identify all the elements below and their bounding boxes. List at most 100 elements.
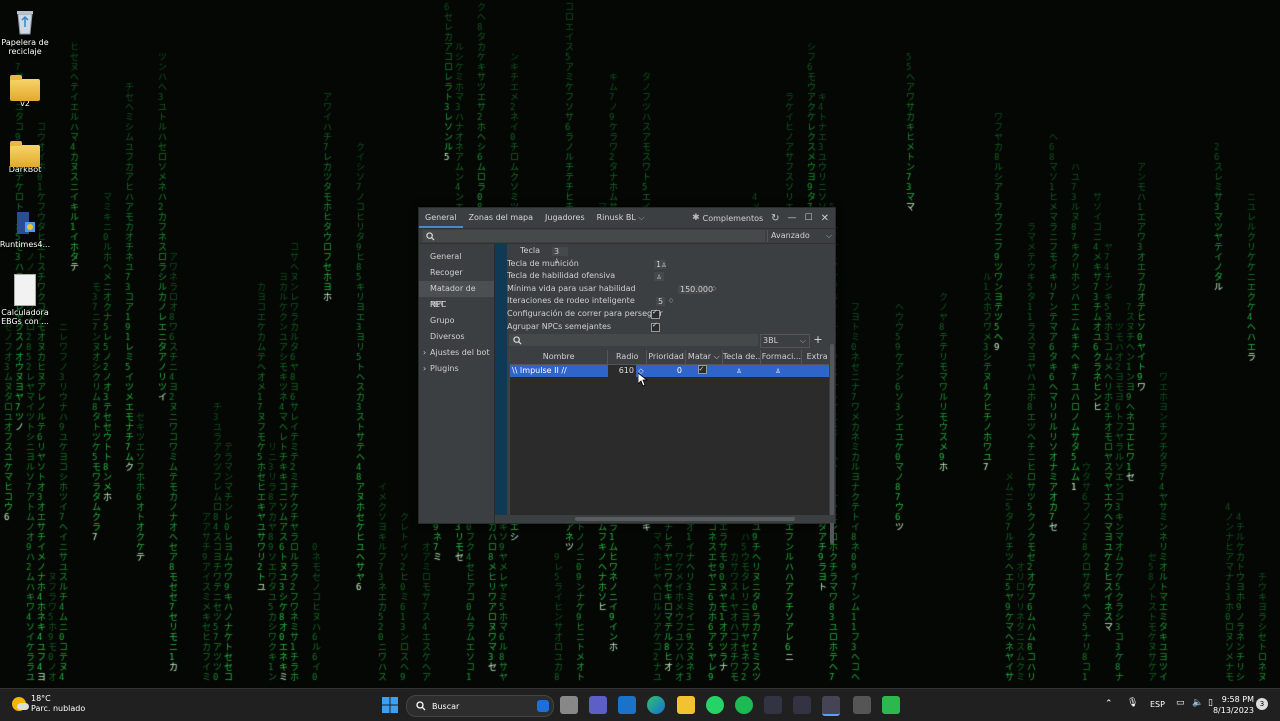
task-view-icon[interactable] [560,696,578,714]
tab-general[interactable]: General [419,208,463,228]
settings-search-input[interactable] [423,230,765,242]
minima-vida-label: Mínima vida para usar habilidad [507,284,636,293]
chevron-up-icon[interactable]: ⌃ [1105,699,1113,709]
radio-value: 610 [608,365,636,377]
npc-filter-dropdown[interactable]: 3BL ⌵ [760,334,810,348]
puzzle-icon: ✱ [692,213,700,223]
cell-extra[interactable] [798,365,828,377]
partly-cloudy-icon [12,697,29,711]
npc-search-input[interactable] [509,334,758,346]
cell-matar[interactable] [684,365,720,377]
sidebar-item-ajustes-del-bot[interactable]: Ajustes del bot [419,345,494,361]
taskbar-search[interactable]: Buscar [406,695,554,717]
mail-icon[interactable] [618,696,636,714]
correr-checkbox[interactable] [651,308,660,319]
folder-icon [10,75,40,101]
iteraciones-field[interactable]: 5 [656,297,665,306]
sidebar-item-plugins[interactable]: Plugins [419,361,494,377]
mode-dropdown[interactable]: Avanzado ⌵ [767,230,835,242]
scrollbar-thumb[interactable] [830,344,834,544]
edge-icon[interactable] [647,696,665,714]
weather-temp: 18°C [31,694,51,703]
tecla-habilidad-field[interactable]: ♙ [654,272,664,281]
desktop-icon-label: Runtimes4... [0,240,51,249]
cell-nombre: \\ Impulse II // [512,366,567,375]
tab-jugadores[interactable]: Jugadores [539,208,591,228]
sidebar-item-recoger[interactable]: Recoger [419,265,494,281]
tecla-field[interactable]: 3 ♙ [552,247,568,265]
recycle-bin-desktop-icon[interactable]: Papelera de reciclaje [0,6,50,56]
teams-icon[interactable] [589,696,607,714]
minima-vida-field[interactable]: 150.000 [678,285,713,294]
column-header-extra[interactable]: Extra [802,350,832,364]
v2-folder-desktop-icon[interactable]: v2 [0,75,50,108]
darkbot-app-icon-2[interactable] [793,696,811,714]
chevron-down-icon: ⌵ [799,336,806,345]
column-header-nombre[interactable]: Nombre [510,350,609,364]
search-icon [426,232,435,241]
column-header-formacion[interactable]: Formaci... [761,350,803,364]
keyboard-icon: ♙ [656,274,662,281]
tecla-municion-field[interactable]: 1♙ [654,260,666,269]
column-header-tecla[interactable]: Tecla de... [723,350,762,364]
desktop-icon-label: Papelera de reciclaje [1,38,49,56]
file-explorer-icon[interactable] [677,696,695,714]
scrollbar-thumb[interactable] [575,517,795,521]
input-language[interactable]: ESP [1150,700,1165,709]
calculadora-desktop-icon[interactable]: Calculadora EBGs con ... [0,274,50,326]
start-button[interactable] [381,696,399,714]
column-header-prioridad[interactable]: Prioridad [647,350,686,364]
window-titlebar: General Zonas del mapa Jugadores Rinusk … [419,208,835,229]
matar-checkbox[interactable] [697,365,707,375]
horizontal-scrollbar[interactable] [495,515,835,523]
column-header-radio[interactable]: Radio [608,350,648,364]
installer-icon [17,212,35,234]
complementos-button[interactable]: ✱ Complementos [692,213,763,223]
whatsapp-icon[interactable] [706,696,724,714]
agrupar-checkbox[interactable] [651,321,660,332]
cell-tecla[interactable]: ♙ [720,365,758,377]
sidebar-item-pet[interactable]: PET [419,297,494,313]
tecla-label: Tecla [520,246,540,255]
table-row[interactable]: \\ Impulse II // 610 ◇ 0 ♙ ♙ [510,365,832,377]
weather-widget[interactable]: 18°C Parc. nublado [12,694,85,714]
network-icon[interactable]: ▭ [1176,698,1185,708]
notification-badge[interactable]: 3 [1256,698,1268,710]
iteraciones-label: Iteraciones de rodeo inteligente [507,296,635,305]
minima-vida-spinner[interactable]: ◇ [710,285,718,293]
sidebar-item-general[interactable]: General [419,249,494,265]
tab-zonas-del-mapa[interactable]: Zonas del mapa [463,208,540,228]
close-button[interactable]: ✕ [821,213,829,224]
refresh-icon[interactable]: ↻ [771,213,779,224]
minimize-button[interactable]: — [788,213,797,223]
darkbot-config-window: General Zonas del mapa Jugadores Rinusk … [418,207,836,544]
microphone-icon[interactable]: 🎙 [1127,698,1138,708]
maximize-button[interactable]: ☐ [805,213,813,223]
clock[interactable]: 9:58 PM 8/13/2023 [1213,694,1254,716]
iteraciones-spinner[interactable]: ◇ [667,297,675,305]
sidebar-item-matador-de-npc[interactable]: Matador de NPC [419,281,494,309]
chevron-down-icon: ⌵ [825,231,832,240]
volume-icon[interactable]: 🔈 [1192,698,1203,708]
vertical-scrollbar[interactable] [829,244,835,544]
darkbot-folder-desktop-icon[interactable]: DarkBot [0,141,50,174]
npc-table: Nombre Radio Prioridad Matar ⌵ Tecla de.… [509,350,832,515]
npc-table-header: Nombre Radio Prioridad Matar ⌵ Tecla de.… [510,350,832,365]
column-header-matar[interactable]: Matar ⌵ [686,350,723,364]
recycle-bin-icon [17,11,33,35]
cell-prioridad[interactable]: 0 [646,365,684,377]
sidebar-item-grupo[interactable]: Grupo [419,313,494,329]
runtimes-desktop-icon[interactable]: Runtimes4... [0,208,50,249]
chevron-down-icon: ⌵ [638,213,645,222]
darkbot-app-icon[interactable] [764,696,782,714]
darkbot-app-icon-active[interactable] [822,696,840,716]
document-icon [14,274,36,306]
cell-formacion[interactable]: ♙ [758,365,798,377]
game-app-icon[interactable] [882,696,900,714]
add-npc-button[interactable]: + [812,334,824,346]
spotify-icon[interactable] [735,696,753,714]
app-icon[interactable] [853,696,871,714]
sidebar-item-diversos[interactable]: Diversos [419,329,494,345]
correr-label: Configuración de correr para perseguir [507,309,663,318]
tab-rinusk-bl[interactable]: Rinusk BL ⌵ [591,208,651,228]
